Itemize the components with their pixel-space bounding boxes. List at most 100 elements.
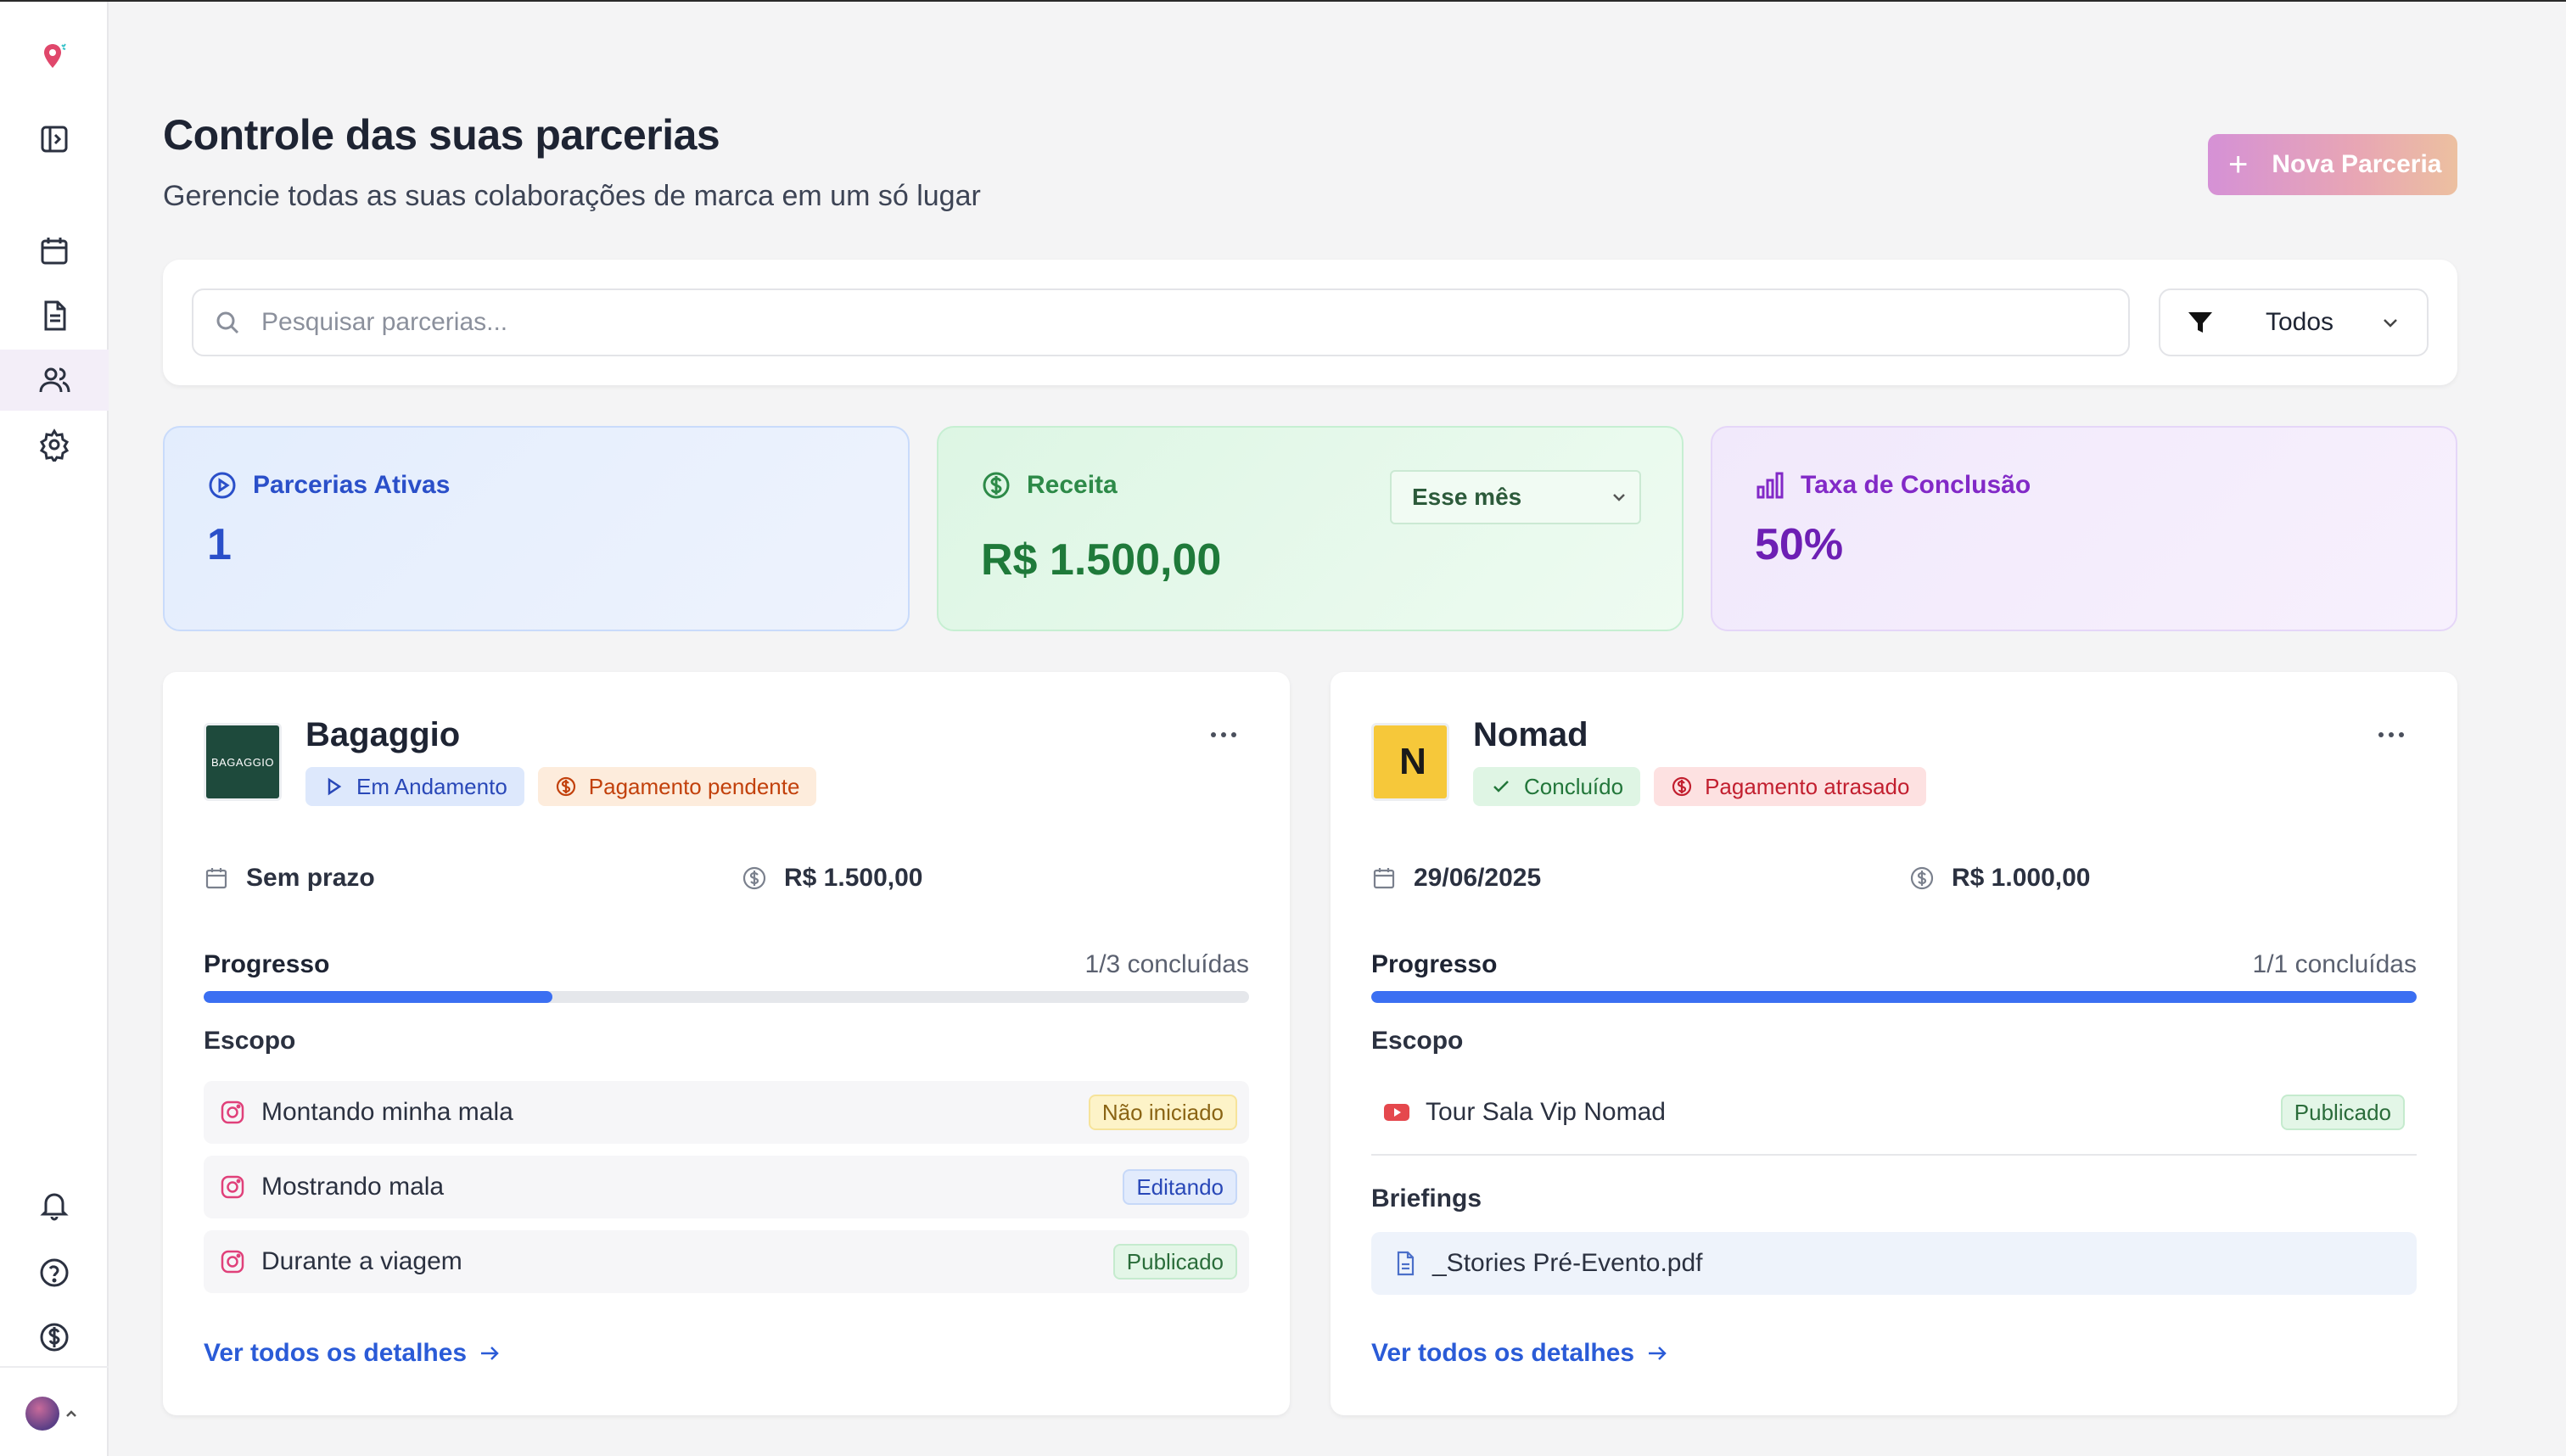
active-partnerships-label-wrap: Parcerias Ativas [207, 470, 450, 501]
scope-item-title: Mostrando mala [261, 1173, 445, 1201]
amount-value: R$ 1.000,00 [1952, 864, 2091, 892]
status-badge-label: Em Andamento [356, 773, 507, 799]
payment-badge-label: Pagamento atrasado [1705, 773, 1910, 799]
nav-billing[interactable] [20, 1310, 88, 1364]
view-details-label: Ver todos os detalhes [1371, 1339, 1635, 1367]
chevron-down-icon [1613, 494, 1625, 501]
sidebar [0, 2, 109, 1456]
dollar-circle-icon [742, 866, 766, 890]
file-icon [1397, 1251, 1415, 1276]
dollar-circle-icon [1910, 866, 1934, 890]
users-icon [39, 367, 70, 393]
progress-fill [204, 991, 552, 1003]
sidebar-divider [0, 1366, 109, 1368]
scope-status-badge: Publicado [2280, 1095, 2405, 1130]
scope-item-title: Montando minha mala [261, 1098, 513, 1126]
nav-partners[interactable] [0, 350, 109, 411]
amount: R$ 1.000,00 [1909, 864, 2090, 893]
bagaggio-logo: BAGAGGIO [204, 723, 282, 801]
dollar-circle-icon [40, 1323, 69, 1352]
scope-item[interactable]: Durante a viagem Publicado [204, 1230, 1249, 1293]
revenue-period-value: Esse mês [1412, 484, 1522, 510]
bagaggio-logo-text: BAGAGGIO [210, 755, 275, 769]
nav-calendar[interactable] [20, 224, 88, 278]
partner-badges: Em Andamento Pagamento pendente [305, 767, 817, 806]
nav-documents[interactable] [20, 288, 88, 343]
scope-item[interactable]: Mostrando mala Editando [204, 1156, 1249, 1218]
progress-count: 1/3 concluídas [1084, 950, 1249, 978]
scope-status-badge: Editando [1123, 1169, 1237, 1205]
amount: R$ 1.500,00 [742, 864, 922, 893]
scope-status-badge: Publicado [1112, 1244, 1237, 1280]
dollar-circle-icon [1672, 776, 1692, 797]
arrow-right-icon [1649, 1347, 1667, 1360]
active-partnerships-value: 1 [207, 520, 232, 569]
scope-status-badge: Não iniciado [1088, 1095, 1237, 1130]
scope-item-title: Durante a viagem [261, 1247, 462, 1275]
map-pin-logo-icon [44, 43, 66, 68]
more-options-icon[interactable] [2374, 725, 2408, 745]
panel-icon [41, 126, 68, 153]
payment-badge-label: Pagamento pendente [588, 773, 800, 799]
revenue-value: R$ 1.500,00 [981, 535, 1222, 585]
gear-icon [39, 428, 70, 462]
status-badge: Concluído [1473, 767, 1641, 806]
document-icon [44, 300, 66, 331]
amount-value: R$ 1.500,00 [784, 864, 923, 892]
nomad-logo-text: N [1399, 741, 1426, 782]
arrow-right-icon [481, 1347, 499, 1360]
scope-item[interactable]: Montando minha mala Não iniciado [204, 1081, 1249, 1144]
nomad-logo: N [1371, 723, 1449, 801]
filter-icon [2188, 312, 2212, 333]
status-filter-select[interactable]: Todos [2159, 288, 2429, 356]
view-details-link[interactable]: Ver todos os detalhes [204, 1339, 502, 1368]
deadline-value: 29/06/2025 [1414, 864, 1542, 892]
dollar-circle-icon [556, 776, 575, 797]
briefing-file[interactable]: _Stories Pré-Evento.pdf [1371, 1232, 2417, 1295]
nav-notifications[interactable] [20, 1178, 88, 1232]
status-badge: Em Andamento [305, 767, 524, 806]
search-panel: Todos [163, 260, 2457, 385]
help-circle-icon [40, 1258, 69, 1287]
nav-settings[interactable] [20, 417, 88, 472]
window-top-border [0, 0, 2566, 2]
app-logo-icon[interactable] [20, 31, 88, 85]
completion-value: 50% [1755, 520, 1844, 569]
play-circle-icon [209, 472, 236, 499]
search-input[interactable] [261, 308, 1958, 337]
plus-icon: + [2228, 146, 2249, 183]
search-icon [216, 311, 239, 334]
scope-item[interactable]: Tour Sala Vip Nomad Publicado [1371, 1081, 2417, 1144]
progress-count: 1/1 concluídas [2252, 950, 2417, 978]
partner-card-nomad[interactable]: N Nomad Concluído Pagamento atrasado 29/… [1331, 672, 2457, 1415]
page-subtitle: Gerencie todas as suas colaborações de m… [163, 180, 981, 212]
avatar[interactable] [25, 1397, 59, 1431]
toggle-sidebar-icon[interactable] [20, 112, 88, 166]
scope-title: Escopo [1371, 1027, 1464, 1055]
more-options-icon[interactable] [1207, 725, 1241, 745]
dollar-circle-icon [983, 472, 1010, 499]
chevron-up-icon[interactable] [63, 1405, 80, 1422]
new-partnership-button[interactable]: + Nova Parceria [2208, 134, 2457, 195]
partner-name: Nomad [1473, 716, 1588, 753]
page-title: Controle das suas parcerias [163, 111, 720, 159]
play-icon [328, 777, 342, 796]
payment-badge: Pagamento pendente [537, 767, 817, 806]
instagram-icon [221, 1175, 244, 1199]
scope-title: Escopo [204, 1027, 296, 1055]
status-badge-label: Concluído [1524, 773, 1624, 799]
calendar-icon [1373, 868, 1395, 889]
progress-bar [204, 991, 1249, 1003]
partner-name: Bagaggio [305, 716, 461, 753]
revenue-card: Receita Esse mês R$ 1.500,00 [937, 426, 1684, 631]
revenue-period-select[interactable]: Esse mês [1390, 470, 1641, 524]
briefings-title: Briefings [1371, 1184, 1482, 1212]
section-divider [1371, 1154, 2417, 1156]
view-details-label: Ver todos os detalhes [204, 1339, 468, 1367]
partner-card-bagaggio[interactable]: BAGAGGIO Bagaggio Em Andamento Pagamento… [163, 672, 1290, 1415]
nav-help[interactable] [20, 1246, 88, 1300]
new-partnership-label: Nova Parceria [2272, 150, 2442, 178]
search-box[interactable] [192, 288, 2130, 356]
view-details-link[interactable]: Ver todos os detalhes [1371, 1339, 1670, 1368]
active-partnerships-label: Parcerias Ativas [253, 471, 451, 499]
